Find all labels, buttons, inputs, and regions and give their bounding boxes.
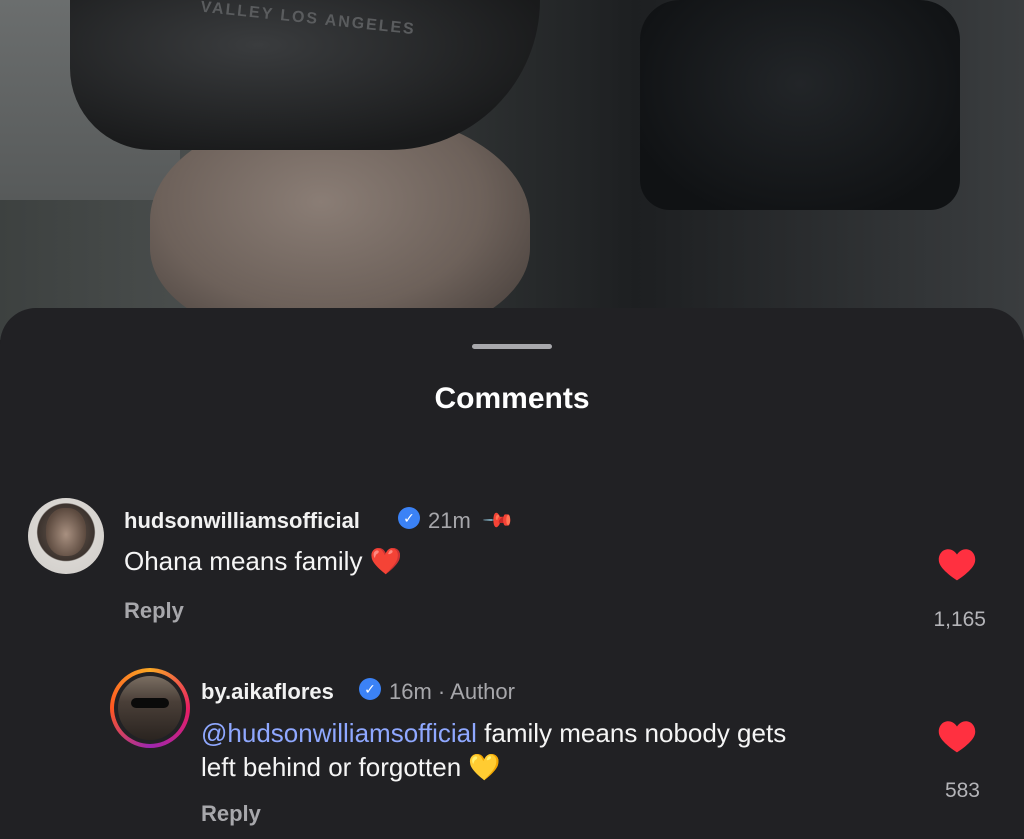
video-frame[interactable]: VALLEY LOS ANGELES (0, 0, 1024, 340)
avatar-story-ring[interactable] (110, 668, 190, 748)
mention-link[interactable]: @hudsonwilliamsofficial (201, 718, 477, 748)
avatar-photo (46, 508, 86, 556)
pin-icon: 📌 (481, 504, 515, 538)
car-seat-headrest (640, 0, 960, 210)
comment-username[interactable]: hudsonwilliamsofficial (124, 508, 360, 534)
heart-icon[interactable] (937, 718, 977, 754)
heart-icon[interactable] (937, 546, 977, 582)
like-count: 583 (944, 779, 980, 802)
red-heart-emoji: ❤️ (369, 546, 403, 576)
comment-text: Ohana means family ❤️ (124, 544, 402, 578)
comment-time: 21m (428, 508, 471, 533)
comment-body: Ohana means family (124, 546, 363, 576)
reply-button[interactable]: Reply (124, 598, 184, 624)
yellow-heart-emoji: 💛 (468, 752, 501, 782)
comment-time: 16m (389, 679, 432, 704)
comment-body-line1: family means nobody gets (484, 718, 787, 748)
verified-badge-icon: ✓ (398, 507, 420, 529)
reply-button[interactable]: Reply (201, 801, 261, 827)
comment-meta: 16m · Author (389, 679, 515, 705)
verified-badge-icon: ✓ (359, 678, 381, 700)
sheet-drag-handle[interactable] (472, 344, 552, 349)
meta-separator: · (437, 679, 446, 704)
comment-username[interactable]: by.aikaflores (201, 679, 334, 705)
avatar[interactable] (28, 498, 104, 574)
comments-sheet: Comments hudsonwilliamsofficial ✓ 21m 📌 … (0, 308, 1024, 839)
avatar-sunglasses (131, 698, 169, 708)
like-count: 1,165 (933, 608, 986, 631)
sheet-title: Comments (434, 382, 590, 415)
comment-body-line2: left behind or forgotten (201, 752, 462, 782)
comment-text: @hudsonwilliamsofficial family means nob… (201, 716, 901, 784)
avatar-photo (118, 676, 182, 740)
author-label: Author (450, 679, 515, 704)
